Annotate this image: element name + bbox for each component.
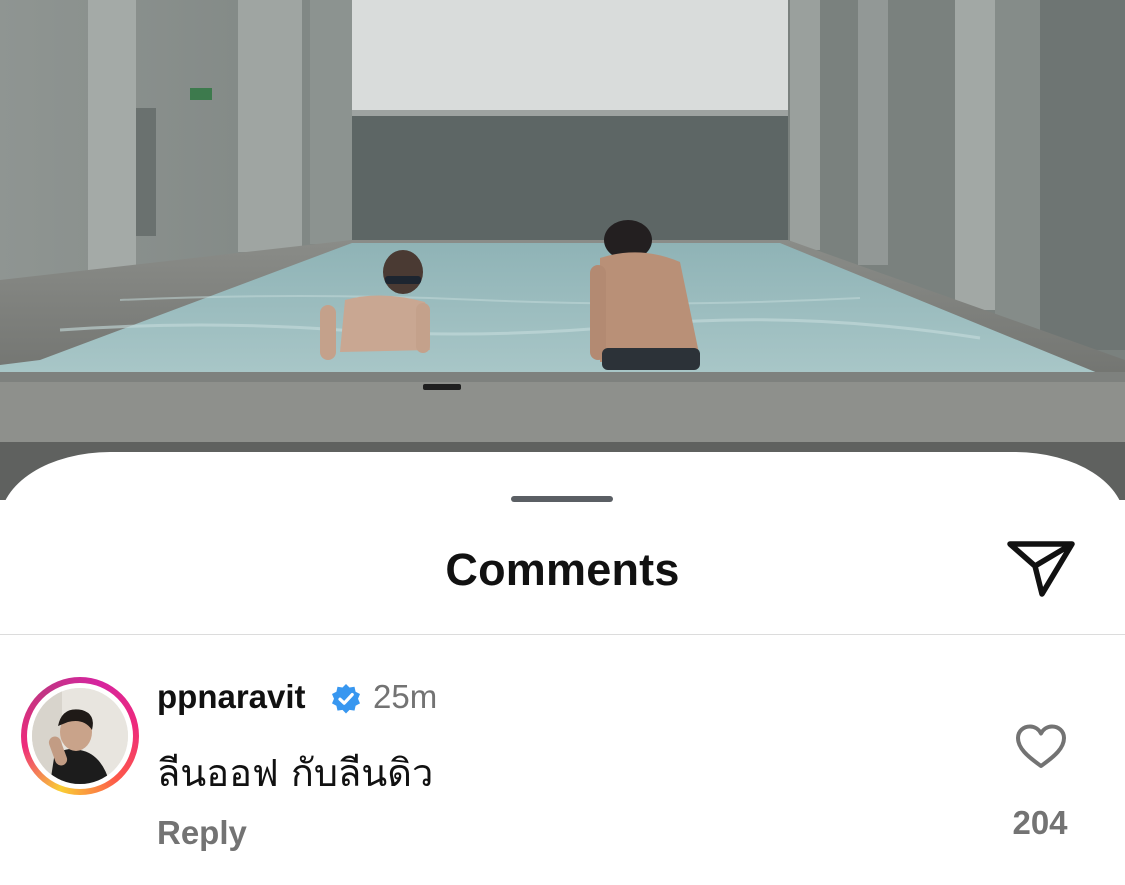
comment-item: ppnaravit 25m ลีนออฟ กับลีนดิว Reply 204 — [0, 674, 1125, 874]
comments-sheet: Comments ppnaravit 25m ลีนออฟ กับลีนดิว … — [0, 452, 1125, 885]
story-ring[interactable] — [21, 677, 139, 795]
comment-timestamp: 25m — [373, 678, 438, 715]
avatar[interactable] — [32, 688, 128, 784]
header-divider — [0, 634, 1125, 635]
paper-plane-icon[interactable] — [1005, 538, 1077, 600]
like-count: 204 — [1012, 804, 1068, 841]
verified-badge-icon — [330, 683, 362, 715]
sheet-title: Comments — [445, 544, 680, 595]
comment-username[interactable]: ppnaravit — [157, 678, 306, 716]
post-photo — [0, 0, 1125, 500]
sheet-grabber[interactable] — [511, 496, 613, 502]
heart-icon[interactable] — [1015, 724, 1067, 770]
comment-text: ลีนออฟ กับลีนดิว — [157, 751, 434, 795]
reply-button[interactable]: Reply — [157, 814, 247, 852]
